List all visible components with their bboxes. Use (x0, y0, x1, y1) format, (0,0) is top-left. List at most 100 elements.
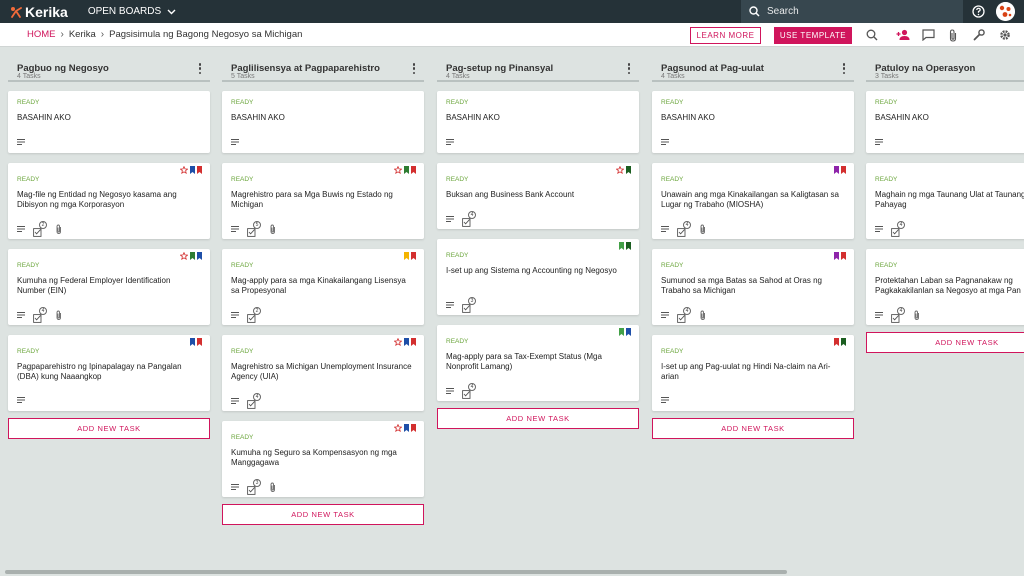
column-menu-icon[interactable] (198, 63, 202, 74)
task-card[interactable]: READY Kumuha ng Federal Employer Identifi… (8, 249, 210, 325)
description-icon (661, 139, 669, 145)
task-title: I-set up ang Pag-uulat ng Hindi Na-claim… (661, 362, 831, 381)
task-card[interactable]: READY Mag-apply para sa Tax-Exempt Status… (437, 325, 639, 401)
task-card[interactable]: READY I-set up ang Sistema ng Accounting … (437, 239, 639, 315)
task-icons-row: 3 (446, 297, 484, 313)
task-card[interactable]: READY Buksan ang Business Bank Account 4 (437, 163, 639, 229)
column-header: Pagsunod at Pag-uulat 4 Tasks (652, 47, 854, 82)
task-card[interactable]: READY Magrehistro para sa Mga Buwis ng Es… (222, 163, 424, 239)
task-card[interactable]: READY BASAHIN AKO (652, 91, 854, 153)
attachment-icon (56, 224, 61, 234)
search-input[interactable] (767, 6, 947, 17)
task-status: READY (17, 262, 40, 269)
task-title: Kumuha ng Federal Employer Identificatio… (17, 276, 171, 295)
add-new-task-button[interactable]: ADD NEW TASK (866, 332, 1024, 353)
tag-flag-icon (834, 338, 839, 346)
column-menu-icon[interactable] (412, 63, 416, 74)
task-status: READY (17, 348, 40, 355)
task-title: Maghain ng mga Taunang Ulat at Taunang P… (875, 190, 1024, 209)
kerika-logo[interactable]: Kerika (10, 4, 68, 20)
star-icon (180, 252, 188, 260)
breadcrumb: HOME › Kerika › Pagsisimula ng Bagong Ne… (27, 29, 302, 40)
task-badges (188, 338, 202, 346)
task-card[interactable]: READY Kumuha ng Seguro sa Kompensasyon ng… (222, 421, 424, 497)
help-icon[interactable] (972, 5, 985, 18)
task-badges (832, 338, 846, 346)
breadcrumb-account[interactable]: Kerika (69, 29, 96, 40)
task-title: Mag-apply para sa mga Kinakailangang Lis… (231, 276, 406, 295)
column-menu-icon[interactable] (627, 63, 631, 74)
add-new-task-button[interactable]: ADD NEW TASK (222, 504, 424, 525)
task-card[interactable]: READY Mag-apply para sa mga Kinakailangan… (222, 249, 424, 325)
checklist-indicator: 5 (247, 221, 261, 237)
user-avatar[interactable] (996, 2, 1015, 21)
learn-more-button[interactable]: LEARN MORE (690, 27, 761, 44)
tag-flag-icon (404, 252, 409, 260)
task-card[interactable]: READY Pagpaparehistro ng Ipinapalagay na … (8, 335, 210, 411)
breadcrumb-home[interactable]: HOME (27, 29, 56, 40)
task-icons-row: 4 (875, 221, 913, 237)
task-card[interactable]: READY Maghain ng mga Taunang Ulat at Taun… (866, 163, 1024, 239)
description-icon (17, 397, 25, 403)
breadcrumb-board: Pagsisimula ng Bagong Negosyo sa Michiga… (109, 29, 303, 40)
task-icons-row: 4 (875, 307, 928, 323)
description-icon (231, 398, 239, 404)
add-new-task-button[interactable]: ADD NEW TASK (437, 408, 639, 429)
column-header: Pagbuo ng Negosyo 4 Tasks (8, 47, 210, 82)
column-menu-icon[interactable] (842, 63, 846, 74)
description-icon (446, 388, 454, 394)
task-title: Magrehistro sa Michigan Unemployment Ins… (231, 362, 412, 381)
task-icons-row (446, 138, 462, 146)
task-card[interactable]: READY Sumunod sa mga Batas sa Sahod at Or… (652, 249, 854, 325)
open-boards-label: OPEN BOARDS (87, 6, 162, 17)
add-person-icon[interactable] (896, 29, 910, 41)
task-card[interactable]: READY Protektahan Laban sa Pagnanakaw ng … (866, 249, 1024, 325)
task-title: Magrehistro para sa Mga Buwis ng Estado … (231, 190, 393, 209)
task-title: I-set up ang Sistema ng Accounting ng Ne… (446, 266, 617, 275)
breadcrumb-separator-icon: › (100, 29, 105, 40)
task-card[interactable]: READY Unawain ang mga Kinakailangan sa Ka… (652, 163, 854, 239)
attachment-icon[interactable] (948, 29, 958, 42)
task-icons-row: 4 (661, 307, 714, 323)
task-card[interactable]: READY Mag-file ng Entidad ng Negosyo kasa… (8, 163, 210, 239)
use-template-button[interactable]: USE TEMPLATE (774, 27, 852, 44)
attachment-icon (700, 310, 705, 320)
task-card[interactable]: READY BASAHIN AKO (222, 91, 424, 153)
horizontal-scrollbar[interactable] (5, 570, 787, 574)
task-card[interactable]: READY BASAHIN AKO (437, 91, 639, 153)
chat-icon[interactable] (922, 29, 935, 41)
board-column: Pag-setup ng Pinansyal 4 Tasks READY BASAHI… (437, 47, 639, 429)
board-search-icon[interactable] (866, 29, 878, 41)
description-icon (231, 139, 239, 145)
task-icons-row: 4 (446, 211, 484, 227)
task-badges (178, 166, 202, 174)
task-title: BASAHIN AKO (446, 113, 500, 122)
checklist-count: 3 (253, 479, 261, 487)
task-card[interactable]: READY Magrehistro sa Michigan Unemploymen… (222, 335, 424, 411)
task-card[interactable]: READY BASAHIN AKO (866, 91, 1024, 153)
task-card[interactable]: READY BASAHIN AKO (8, 91, 210, 153)
wrench-icon[interactable] (973, 29, 985, 41)
task-card[interactable]: READY I-set up ang Pag-uulat ng Hindi Na-… (652, 335, 854, 411)
task-status: READY (875, 262, 898, 269)
tag-flag-icon (834, 166, 839, 174)
add-new-task-button[interactable]: ADD NEW TASK (8, 418, 210, 439)
task-icons-row (661, 138, 677, 146)
task-status: READY (231, 348, 254, 355)
checklist-indicator: 3 (462, 297, 476, 313)
open-boards-menu[interactable]: OPEN BOARDS (88, 6, 176, 17)
task-icons-row (17, 396, 33, 404)
tag-flag-icon (841, 338, 846, 346)
task-icons-row: 4 (17, 307, 70, 323)
task-icons-row: 4 (446, 383, 484, 399)
tag-flag-icon (197, 252, 202, 260)
task-title: Pagpaparehistro ng Ipinapalagay na Panga… (17, 362, 182, 381)
description-icon (661, 312, 669, 318)
task-icons-row: 2 (17, 221, 70, 237)
search-box[interactable] (741, 0, 963, 23)
checklist-count: 3 (468, 297, 476, 305)
task-status: READY (875, 99, 898, 106)
settings-gear-icon[interactable] (999, 29, 1011, 41)
add-new-task-button[interactable]: ADD NEW TASK (652, 418, 854, 439)
checklist-count: 2 (39, 221, 47, 229)
